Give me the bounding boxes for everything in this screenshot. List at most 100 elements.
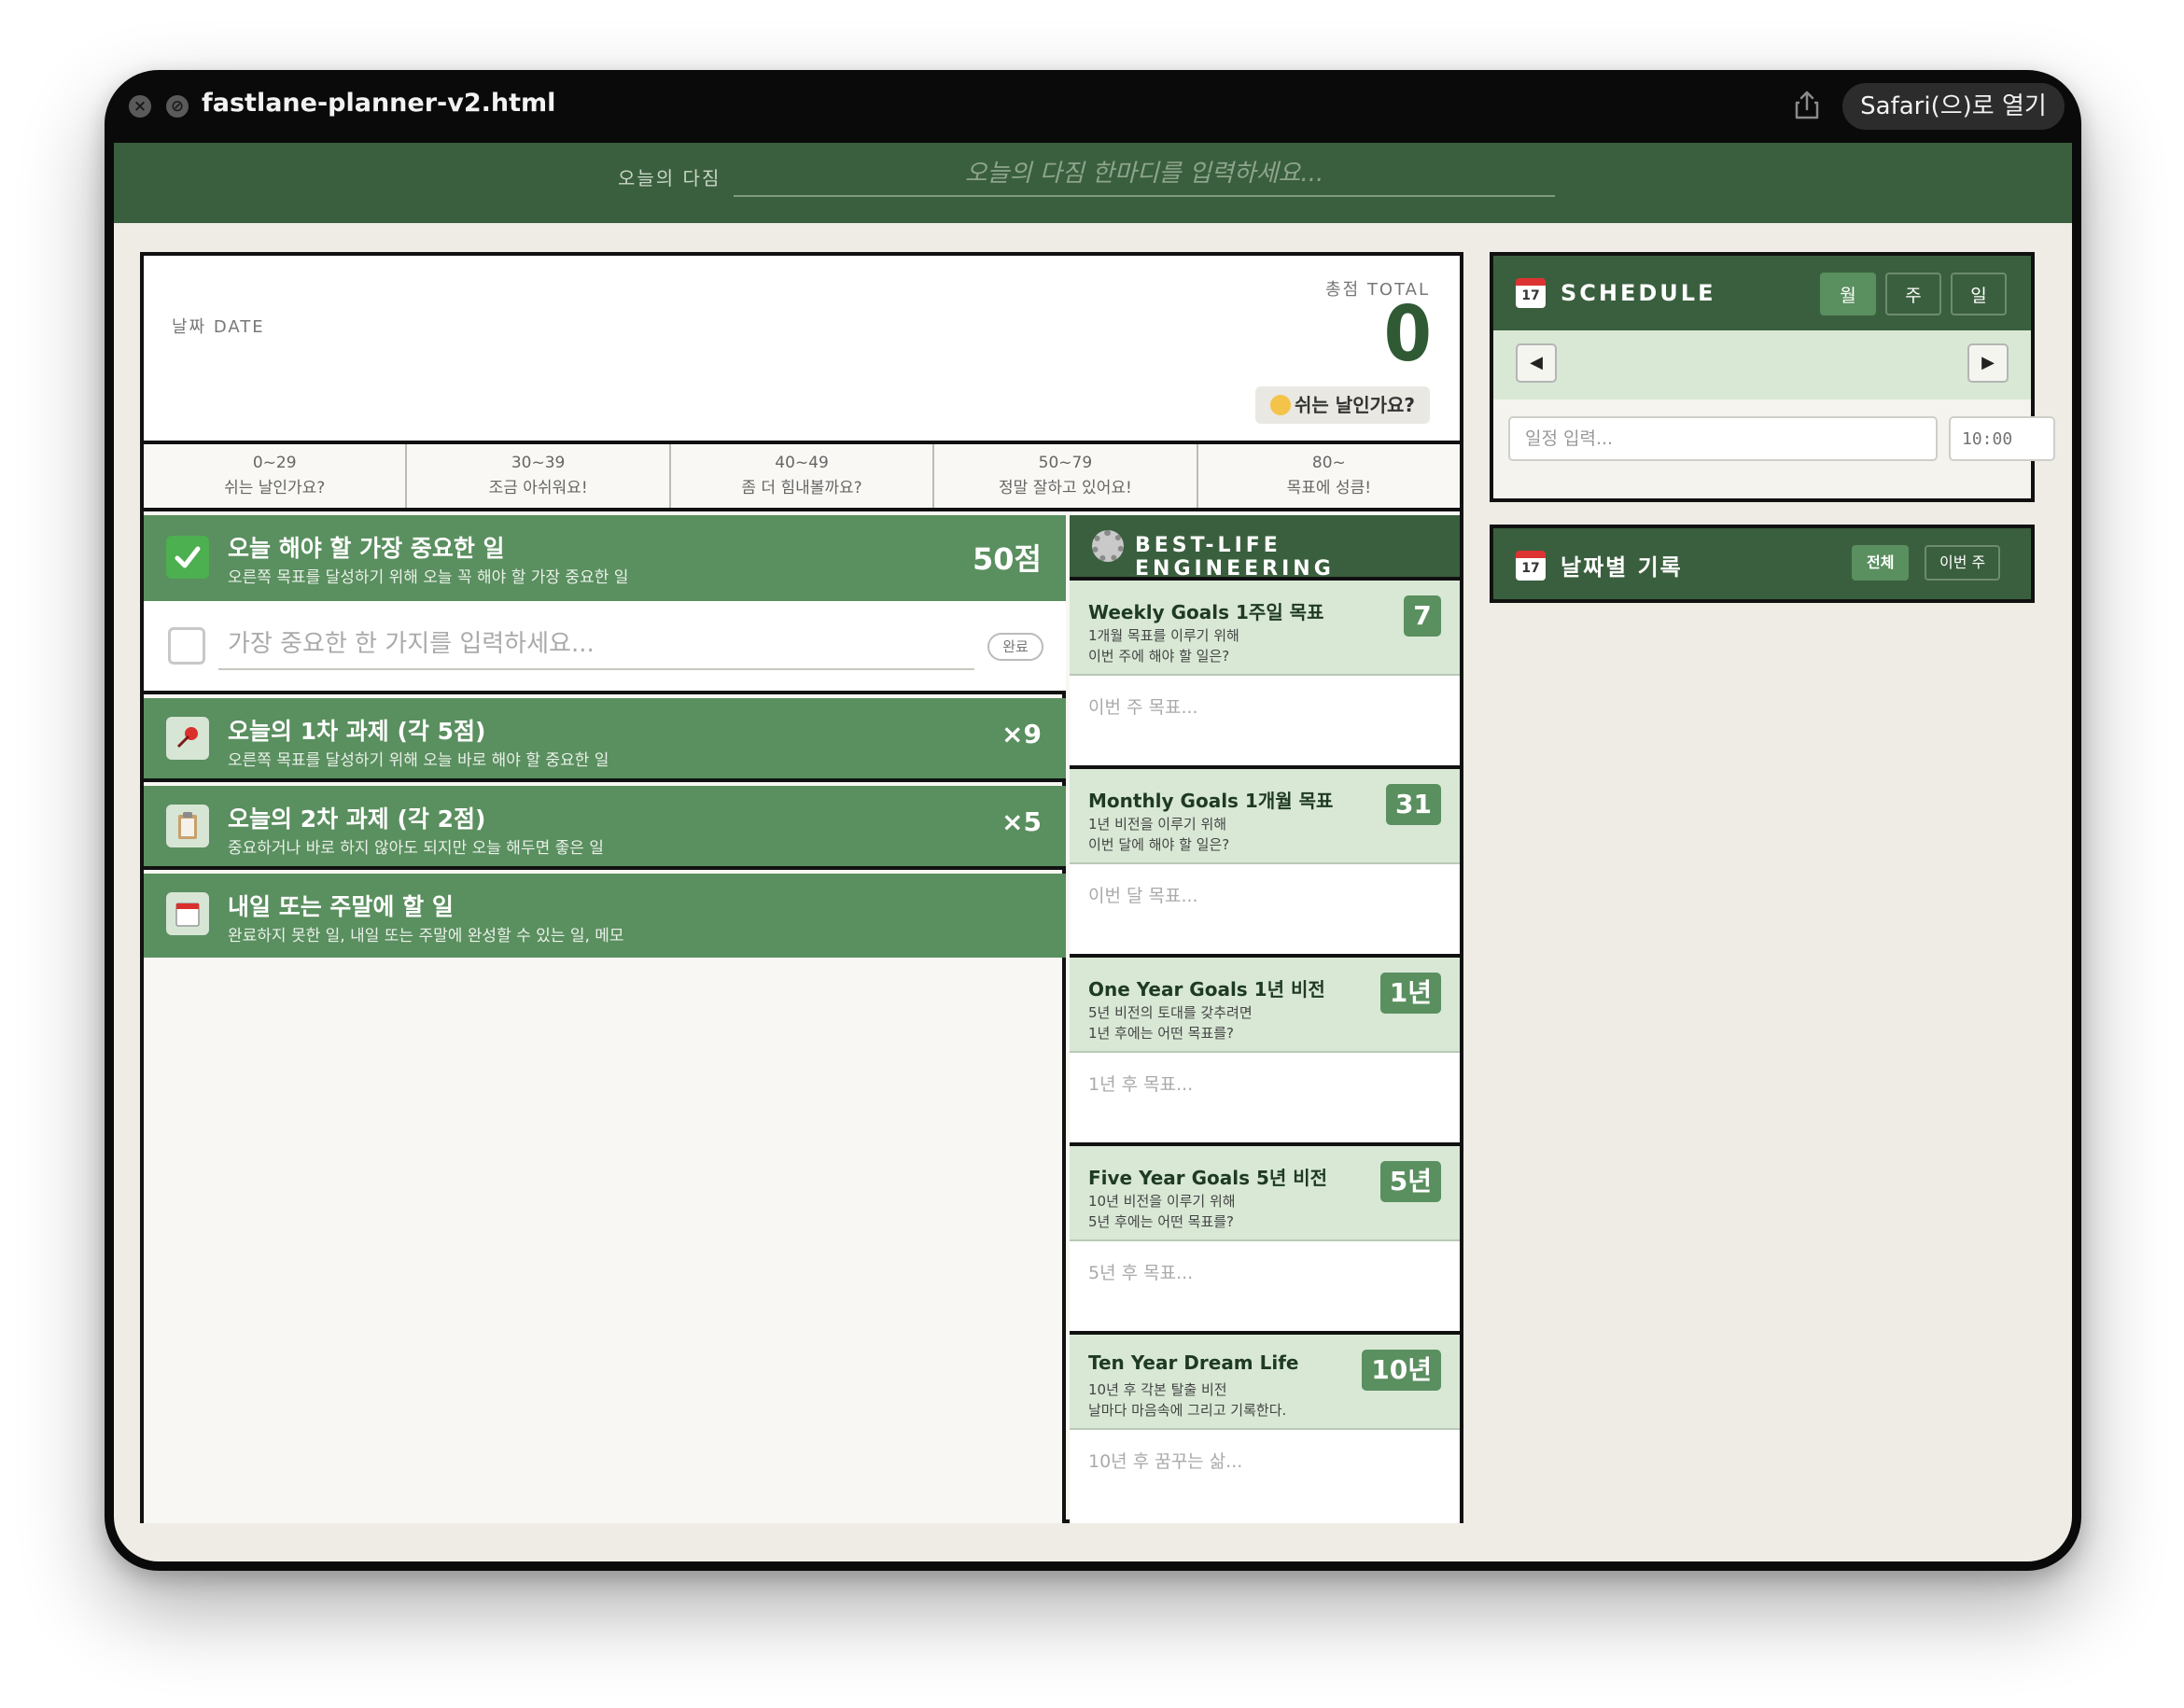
most-important-section: 오늘 해야 할 가장 중요한 일 오른쪽 목표를 달성하기 위해 오늘 꼭 해야… [144,515,1066,601]
second-tasks-section[interactable]: 오늘의 2차 과제 (각 2점) 중요하거나 바로 하지 않아도 되지만 오늘 … [144,786,1066,870]
points-label: 50점 [973,541,1042,577]
scale-cell: 80~ 목표에 성큼! [1198,444,1460,508]
view-week-button[interactable]: 주 [1885,273,1941,315]
daily-planner: 날짜 DATE 총점 TOTAL 0 쉬는 날인가요? 0~29 쉬는 날인가요… [140,252,1463,1523]
goal-input[interactable] [1088,689,1441,726]
goal-title: One Year Goals 1년 비전 [1088,978,1325,1001]
goal-badge: 31 [1386,784,1441,825]
goal-badge: 7 [1404,595,1441,637]
done-button[interactable]: 완료 [987,633,1043,661]
section-title: 내일 또는 주말에 할 일 [228,893,454,920]
goal-description: 1년 비전을 이루기 위해 [1088,816,1227,833]
next-button[interactable]: ▶ [1967,343,2009,383]
goal-input[interactable] [1088,1443,1441,1480]
goal-header: Five Year Goals 5년 비전 10년 비전을 이루기 위해 5년 … [1070,1146,1460,1241]
goal-title: Ten Year Dream Life [1088,1351,1299,1374]
goal-header: Weekly Goals 1주일 목표 1개월 목표를 이루기 위해 이번 주에… [1070,581,1460,676]
view-day-button[interactable]: 일 [1951,273,2007,315]
motto-label: 오늘의 다짐 [618,167,721,189]
goal-header: Monthly Goals 1개월 목표 1년 비전을 이루기 위해 이번 달에… [1070,769,1460,864]
goal-title: Weekly Goals 1주일 목표 [1088,601,1324,623]
clipboard-icon [166,805,209,847]
time-input[interactable] [1949,416,2055,461]
goal-input[interactable] [1088,1066,1441,1103]
goal-description: 5년 비전의 토대를 갖추려면 [1088,1004,1253,1021]
title-bar: × ⊘ fastlane-planner-v2.html Safari(으)로 … [105,70,2081,143]
open-in-safari-button[interactable]: Safari(으)로 열기 [1842,83,2065,130]
scale-range: 40~49 [775,454,829,472]
motto-input[interactable] [734,152,1555,197]
goal-description: 10년 비전을 이루기 위해 [1088,1193,1236,1210]
section-subtitle: 완료하지 못한 일, 내일 또는 주말에 완성할 수 있는 일, 메모 [228,927,624,945]
later-section[interactable]: 내일 또는 주말에 할 일 완료하지 못한 일, 내일 또는 주말에 완성할 수… [144,874,1066,958]
scale-text: 조금 아쉬워요! [488,479,588,497]
scale-range: 0~29 [252,454,297,472]
goal-description: 5년 후에는 어떤 목표를? [1088,1213,1235,1230]
task-checkbox[interactable] [168,627,205,665]
goal-header: One Year Goals 1년 비전 5년 비전의 토대를 갖추려면 1년 … [1070,958,1460,1053]
goal-title: Five Year Goals 5년 비전 [1088,1167,1328,1189]
scale-cell: 40~49 좀 더 힘내볼까요? [671,444,935,508]
scale-range: 30~39 [511,454,566,472]
goal-description: 1년 후에는 어떤 목표를? [1088,1025,1235,1042]
share-icon[interactable] [1790,89,1824,122]
goal-badge: 5년 [1379,1161,1441,1202]
scale-text: 쉬는 날인가요? [224,479,326,497]
section-title: 오늘 해야 할 가장 중요한 일 [228,535,505,562]
checkmark-icon [166,536,209,579]
pushpin-icon [166,717,209,760]
close-icon[interactable]: × [129,95,151,118]
section-subtitle: 오른쪽 목표를 달성하기 위해 오늘 바로 해야 할 중요한 일 [228,751,609,770]
goal-description: 1개월 목표를 이루기 위해 [1088,627,1239,644]
goal-badge: 10년 [1362,1350,1441,1391]
scale-cell: 0~29 쉬는 날인가요? [144,444,408,508]
block-icon[interactable]: ⊘ [166,95,189,118]
goal-badge: 1년 [1379,973,1441,1014]
most-important-input[interactable] [218,620,974,670]
scale-text: 목표에 성큼! [1286,479,1372,497]
app-window: × ⊘ fastlane-planner-v2.html Safari(으)로 … [105,70,2081,1571]
window-title: fastlane-planner-v2.html [202,89,556,118]
goal-description: 날마다 마음속에 그리고 기록한다. [1088,1402,1287,1419]
calendar-page-icon [166,892,209,935]
schedule-navigation: ◀ ▶ [1493,330,2031,399]
goal-title: Monthly Goals 1개월 목표 [1088,790,1334,812]
schedule-title: SCHEDULE [1561,280,1716,306]
scale-cell: 30~39 조금 아쉬워요! [407,444,671,508]
most-important-row: 완료 [144,601,1066,694]
first-tasks-section[interactable]: 오늘의 1차 과제 (각 5점) 오른쪽 목표를 달성하기 위해 오늘 바로 해… [144,698,1066,782]
scale-range: 80~ [1311,454,1346,472]
schedule-input[interactable] [1508,416,1938,461]
view-month-button[interactable]: 월 [1820,273,1876,315]
goal-card-one-year: One Year Goals 1년 비전 5년 비전의 토대를 갖추려면 1년 … [1070,958,1460,1146]
schedule-header: 17 SCHEDULE 월 주 일 [1493,256,2031,330]
best-life-header: BEST-LIFE ENGINEERING [1070,515,1460,581]
status-badge: 쉬는 날인가요? [1255,386,1430,424]
planner-header: 날짜 DATE 총점 TOTAL 0 쉬는 날인가요? [144,256,1460,444]
scale-range: 50~79 [1038,454,1093,472]
scale-text: 정말 잘하고 있어요! [999,479,1132,497]
goal-description: 10년 후 각본 탈출 비전 [1088,1381,1227,1398]
filter-this-week-button[interactable]: 이번 주 [1925,545,2001,581]
calendar-icon: 17 [1516,551,1546,581]
date-label: 날짜 DATE [172,317,265,337]
goal-description: 이번 주에 해야 할 일은? [1088,648,1230,665]
gear-icon [1092,530,1124,562]
goal-card-monthly: Monthly Goals 1개월 목표 1년 비전을 이루기 위해 이번 달에… [1070,769,1460,958]
section-title: 오늘의 1차 과제 (각 5점) [228,718,486,745]
goal-input[interactable] [1088,1254,1441,1292]
goal-input[interactable] [1088,877,1441,915]
motto-bar: 오늘의 다짐 [114,143,2072,223]
tasks-column: 오늘 해야 할 가장 중요한 일 오른쪽 목표를 달성하기 위해 오늘 꼭 해야… [144,515,1066,1523]
status-badge-text: 쉬는 날인가요? [1295,394,1415,416]
calendar-icon: 17 [1516,278,1546,308]
total-score: 0 [1383,290,1432,379]
filter-all-button[interactable]: 전체 [1852,545,1910,581]
scale-cell: 50~79 정말 잘하고 있어요! [934,444,1198,508]
schedule-panel: 17 SCHEDULE 월 주 일 ◀ ▶ [1490,252,2055,502]
section-title: 오늘의 2차 과제 (각 2점) [228,805,486,833]
prev-button[interactable]: ◀ [1516,343,1557,383]
task-count: ×9 [1001,719,1042,749]
goal-header: Ten Year Dream Life 10년 후 각본 탈출 비전 날마다 마… [1070,1335,1460,1430]
goal-description: 이번 달에 해야 할 일은? [1088,836,1230,853]
